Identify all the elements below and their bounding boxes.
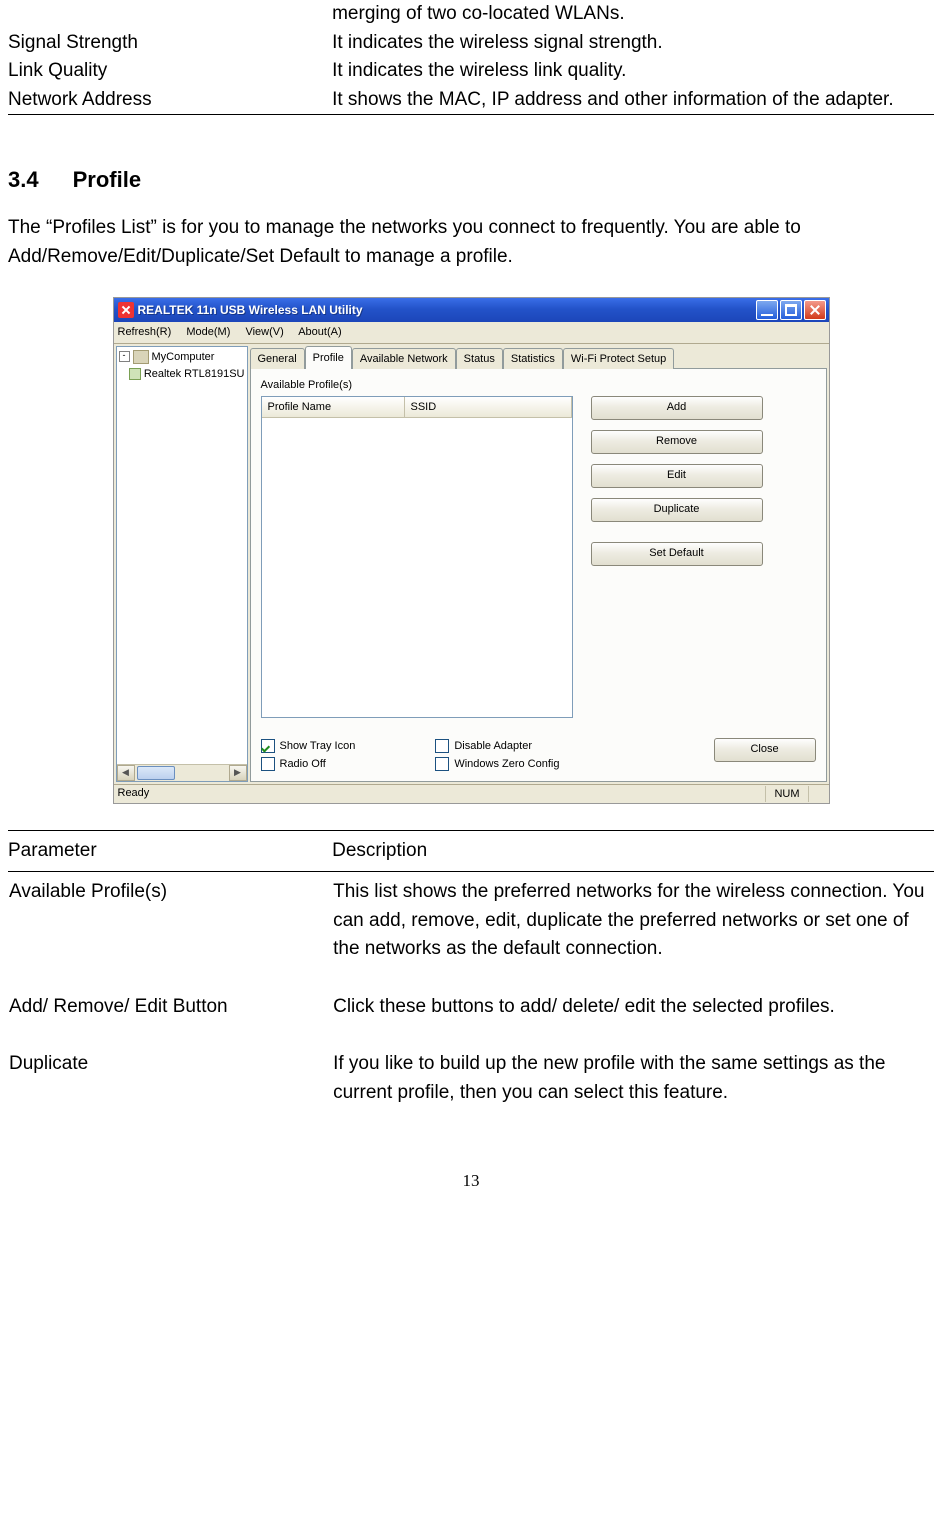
- page-number: 13: [8, 1168, 934, 1194]
- section-title: Profile: [73, 167, 141, 192]
- set-default-button[interactable]: Set Default: [591, 542, 763, 566]
- checkbox-icon[interactable]: [435, 757, 449, 771]
- col-profile-name[interactable]: Profile Name: [262, 397, 405, 418]
- check-radio-off[interactable]: Radio Off: [261, 756, 356, 773]
- adapter-tree: - MyComputer Realtek RTL8191SU ◀ ▶: [116, 346, 248, 782]
- remove-button[interactable]: Remove: [591, 430, 763, 454]
- available-profiles-label: Available Profile(s): [261, 377, 816, 394]
- tab-statistics[interactable]: Statistics: [503, 348, 563, 370]
- tab-page-profile: Available Profile(s) Profile Name SSID A…: [250, 368, 827, 782]
- profiles-list[interactable]: Profile Name SSID: [261, 396, 573, 718]
- param-add-remove-edit: Add/ Remove/ Edit Button: [8, 965, 332, 1023]
- scroll-thumb[interactable]: [137, 766, 175, 780]
- param-signal-strength: Signal Strength: [8, 29, 332, 58]
- app-icon: [118, 302, 134, 318]
- table2-head-parameter: Parameter: [8, 830, 332, 872]
- menu-mode[interactable]: Mode(M): [186, 326, 230, 338]
- tab-status[interactable]: Status: [456, 348, 503, 370]
- param-available-profiles: Available Profile(s): [8, 872, 332, 965]
- param-link-quality: Link Quality: [8, 57, 332, 86]
- adapter-icon: [129, 368, 141, 380]
- desc-signal-strength: It indicates the wireless signal strengt…: [332, 29, 934, 58]
- desc-network-address: It shows the MAC, IP address and other i…: [332, 86, 934, 115]
- tab-strip: General Profile Available Network Status…: [250, 346, 827, 370]
- menu-bar: Refresh(R) Mode(M) View(V) About(A): [114, 322, 829, 344]
- tree-root-label: MyComputer: [152, 349, 215, 366]
- status-num: NUM: [765, 786, 808, 802]
- window-title: REALTEK 11n USB Wireless LAN Utility: [138, 301, 754, 319]
- param-network-address: Network Address: [8, 86, 332, 115]
- check-zero-config[interactable]: Windows Zero Config: [435, 756, 559, 773]
- menu-refresh[interactable]: Refresh(R): [118, 326, 172, 338]
- desc-link-quality: It indicates the wireless link quality.: [332, 57, 934, 86]
- scroll-left-icon[interactable]: ◀: [117, 765, 135, 781]
- menu-about[interactable]: About(A): [298, 326, 341, 338]
- maximize-button[interactable]: [780, 300, 802, 320]
- tree-h-scrollbar[interactable]: ◀ ▶: [117, 764, 247, 781]
- tree-child[interactable]: Realtek RTL8191SU: [129, 366, 245, 383]
- checkbox-icon[interactable]: [261, 739, 275, 753]
- desc-available-profiles: This list shows the preferred networks f…: [332, 872, 934, 965]
- tab-wifi-protect-setup[interactable]: Wi-Fi Protect Setup: [563, 348, 674, 370]
- check-show-tray[interactable]: Show Tray Icon: [261, 738, 356, 755]
- section-number: 3.4: [8, 163, 39, 196]
- duplicate-button[interactable]: Duplicate: [591, 498, 763, 522]
- scroll-right-icon[interactable]: ▶: [229, 765, 247, 781]
- computer-icon: [133, 350, 149, 364]
- tab-profile[interactable]: Profile: [305, 346, 352, 370]
- tree-child-label: Realtek RTL8191SU: [144, 366, 245, 383]
- param-duplicate: Duplicate: [8, 1022, 332, 1108]
- col-ssid[interactable]: SSID: [405, 397, 572, 418]
- menu-view[interactable]: View(V): [245, 326, 283, 338]
- checkbox-icon[interactable]: [261, 757, 275, 771]
- tree-collapse-icon[interactable]: -: [119, 351, 130, 362]
- table2-head-description: Description: [332, 830, 934, 872]
- minimize-button[interactable]: [756, 300, 778, 320]
- upper-param-table: merging of two co-located WLANs. Signal …: [8, 0, 934, 115]
- profile-param-table: Parameter Description Available Profile(…: [8, 830, 934, 1109]
- status-ready: Ready: [118, 785, 150, 802]
- tab-available-network[interactable]: Available Network: [352, 348, 456, 370]
- profiles-list-header: Profile Name SSID: [262, 397, 572, 419]
- tree-root[interactable]: - MyComputer: [119, 349, 245, 366]
- checkbox-icon[interactable]: [435, 739, 449, 753]
- check-disable-adapter[interactable]: Disable Adapter: [435, 738, 559, 755]
- add-button[interactable]: Add: [591, 396, 763, 420]
- desc-duplicate: If you like to build up the new profile …: [332, 1022, 934, 1108]
- status-bar: Ready NUM: [114, 784, 829, 803]
- desc-add-remove-edit: Click these buttons to add/ delete/ edit…: [332, 965, 934, 1023]
- close-window-button[interactable]: [804, 300, 826, 320]
- edit-button[interactable]: Edit: [591, 464, 763, 488]
- window-titlebar: REALTEK 11n USB Wireless LAN Utility: [114, 298, 829, 322]
- tab-general[interactable]: General: [250, 348, 305, 370]
- utility-screenshot: REALTEK 11n USB Wireless LAN Utility Ref…: [113, 297, 830, 804]
- intro-paragraph: The “Profiles List” is for you to manage…: [8, 214, 934, 271]
- section-heading: 3.4 Profile: [8, 163, 934, 196]
- close-button[interactable]: Close: [714, 738, 816, 762]
- prev-row-desc-cont: merging of two co-located WLANs.: [332, 0, 934, 29]
